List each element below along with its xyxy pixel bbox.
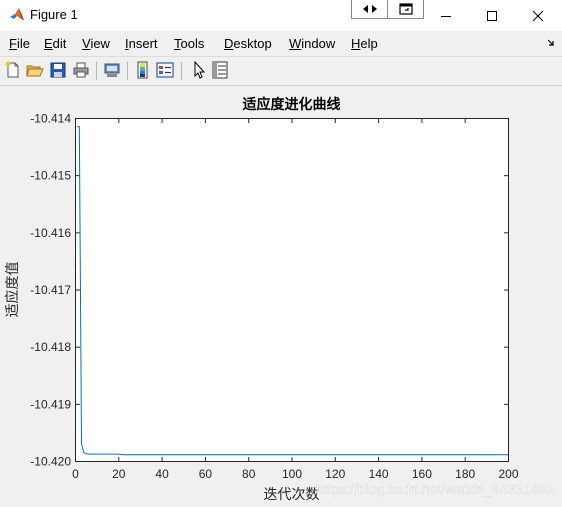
- x-tick-label: 20: [112, 467, 126, 481]
- maximize-button[interactable]: [469, 0, 515, 31]
- minimize-button[interactable]: [423, 0, 469, 31]
- y-axis-label: 适应度值: [4, 262, 21, 318]
- close-icon: [532, 10, 544, 21]
- menu-window[interactable]: Window: [289, 36, 335, 51]
- x-axis-label: 迭代次数: [264, 487, 320, 503]
- save-icon[interactable]: [49, 61, 67, 79]
- menu-desktop[interactable]: Desktop: [224, 36, 272, 51]
- menu-help[interactable]: Help: [351, 36, 378, 51]
- x-tick-label: 100: [282, 467, 302, 481]
- property-inspector-icon[interactable]: [211, 61, 229, 79]
- chart-title: 适应度进化曲线: [243, 96, 341, 113]
- x-tick-label: 140: [369, 467, 389, 481]
- undock-icon[interactable]: [388, 0, 423, 18]
- colorbar-icon[interactable]: [134, 61, 152, 79]
- legend-icon[interactable]: [156, 61, 174, 79]
- menu-bar: File Edit View Insert Tools Desktop Wind…: [0, 31, 562, 56]
- y-tick-label: -10.417: [30, 283, 71, 297]
- x-tick-label: 180: [455, 467, 475, 481]
- menu-view[interactable]: View: [82, 36, 110, 51]
- x-tick-label: 200: [498, 467, 518, 481]
- print-icon[interactable]: [72, 61, 90, 79]
- watermark-text: https://blog.csdn.net/weixin_44331401: [316, 481, 554, 497]
- x-tick-label: 60: [199, 467, 213, 481]
- print-preview-icon[interactable]: [103, 61, 121, 79]
- y-tick-label: -10.419: [30, 397, 71, 411]
- x-tick-label: 0: [72, 467, 79, 481]
- edit-plot-arrow-icon[interactable]: [190, 61, 208, 79]
- y-tick-label: -10.414: [30, 112, 71, 126]
- y-tick-label: -10.420: [30, 455, 71, 469]
- window-title: Figure 1: [30, 7, 78, 22]
- new-figure-icon[interactable]: [4, 61, 22, 79]
- menu-insert[interactable]: Insert: [125, 36, 158, 51]
- menu-file[interactable]: File: [9, 36, 30, 51]
- figure-canvas: 0 20 40 60 80 100 120 140 160 180 200 -10.414 -10.4…: [0, 86, 562, 507]
- dock-arrows-icon[interactable]: [352, 0, 387, 18]
- title-bar[interactable]: Figure 1: [0, 0, 562, 31]
- open-file-icon[interactable]: [26, 61, 44, 79]
- dock-arrow-icon[interactable]: [547, 39, 555, 47]
- maximize-icon: [487, 10, 497, 21]
- axes-background[interactable]: [75, 118, 509, 462]
- plot-svg: 0 20 40 60 80 100 120 140 160 180 200 -10.414 -10.4…: [4, 96, 554, 503]
- x-tick-label: 120: [325, 467, 345, 481]
- dock-controls: [351, 0, 424, 19]
- figure-window: Figure 1 File Edit View Insert Tools Des…: [0, 0, 562, 507]
- close-button[interactable]: [515, 0, 561, 31]
- y-tick-label: -10.415: [30, 169, 71, 183]
- menu-edit[interactable]: Edit: [44, 36, 66, 51]
- x-tick-label: 160: [412, 467, 432, 481]
- y-tick-label: -10.418: [30, 340, 71, 354]
- x-tick-label: 40: [155, 467, 169, 481]
- y-tick-label: -10.416: [30, 226, 71, 240]
- figure-toolbar: [0, 56, 562, 86]
- menu-tools[interactable]: Tools: [174, 36, 204, 51]
- matlab-logo-icon: [10, 8, 24, 20]
- minimize-icon: [441, 15, 451, 17]
- x-tick-label: 80: [242, 467, 256, 481]
